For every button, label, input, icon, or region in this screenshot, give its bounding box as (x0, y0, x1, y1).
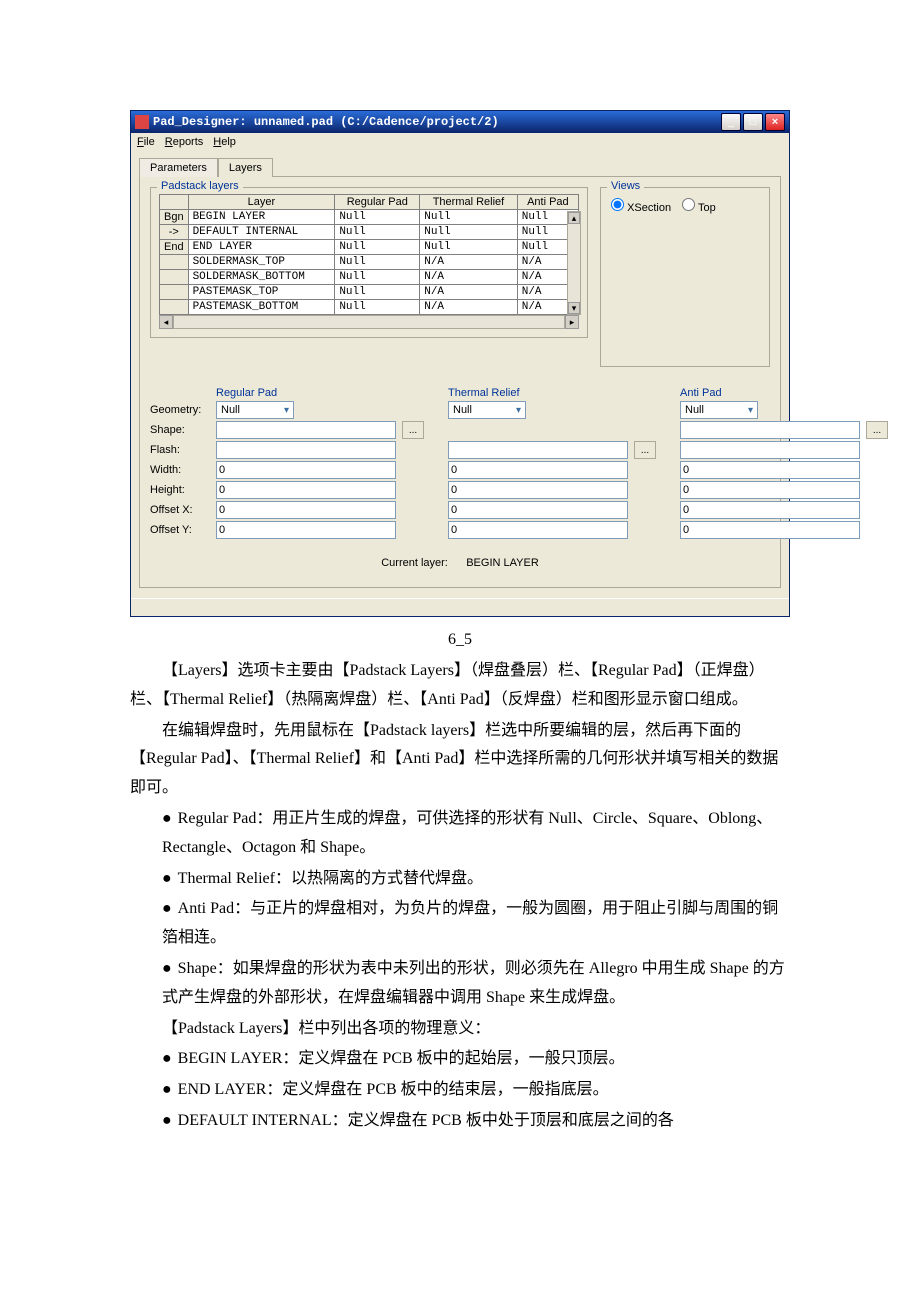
list-item: Shape：如果焊盘的形状为表中未列出的形状，则必须先在 Allegro 中用生… (162, 955, 790, 1013)
label-flash: Flash: (150, 444, 210, 456)
paragraph: 在编辑焊盘时，先用鼠标在【Padstack layers】栏选中所要编辑的层，然… (130, 717, 790, 803)
anti-offsetx-input[interactable] (680, 501, 860, 519)
scroll-right-icon[interactable]: ▸ (565, 315, 579, 329)
titlebar[interactable]: Pad_Designer: unnamed.pad (C:/Cadence/pr… (131, 111, 789, 133)
col-thermal: Thermal Relief (420, 195, 517, 210)
radio-top[interactable]: Top (682, 202, 716, 214)
col-layer: Layer (188, 195, 335, 210)
table-hscroll[interactable]: ◂ ▸ (159, 315, 579, 329)
statusbar (131, 598, 789, 616)
minimize-button[interactable]: _ (721, 113, 741, 131)
table-row[interactable]: BgnBEGIN LAYERNullNullNull (160, 210, 579, 225)
regular-height-input[interactable] (216, 481, 396, 499)
tab-panel-layers: Padstack layers Layer Regular Pad Therma… (139, 176, 781, 588)
anti-shape-browse[interactable]: ... (866, 421, 888, 439)
label-geometry: Geometry: (150, 404, 210, 416)
table-row[interactable]: SOLDERMASK_TOPNullN/AN/A (160, 255, 579, 270)
menubar: File Reports Help (131, 133, 789, 151)
thermal-flash-browse[interactable]: ... (634, 441, 656, 459)
table-row[interactable]: EndEND LAYERNullNullNull (160, 240, 579, 255)
thermal-flash-input[interactable] (448, 441, 628, 459)
radio-xsection[interactable]: XSection (611, 202, 671, 214)
padstack-legend: Padstack layers (157, 180, 243, 192)
padstack-table[interactable]: Layer Regular Pad Thermal Relief Anti Pa… (159, 194, 579, 315)
regular-offsetx-input[interactable] (216, 501, 396, 519)
list-item: BEGIN LAYER：定义焊盘在 PCB 板中的起始层，一般只顶层。 (162, 1045, 790, 1074)
thermal-geometry-select[interactable]: Null▾ (448, 401, 526, 419)
app-icon (135, 115, 149, 129)
regular-width-input[interactable] (216, 461, 396, 479)
table-row[interactable]: PASTEMASK_BOTTOMNullN/AN/A (160, 300, 579, 315)
close-button[interactable]: × (765, 113, 785, 131)
views-legend: Views (607, 180, 644, 192)
chevron-down-icon: ▾ (284, 405, 289, 416)
col-anti-pad: Anti Pad (680, 387, 860, 399)
col-thermal-relief: Thermal Relief (448, 387, 628, 399)
chevron-down-icon: ▾ (516, 405, 521, 416)
regular-geometry-select[interactable]: Null▾ (216, 401, 294, 419)
paragraph: 【Padstack Layers】栏中列出各项的物理意义： (130, 1015, 790, 1044)
label-shape: Shape: (150, 424, 210, 436)
col-anti: Anti Pad (517, 195, 578, 210)
tab-parameters[interactable]: Parameters (139, 158, 218, 177)
pad-designer-window: Pad_Designer: unnamed.pad (C:/Cadence/pr… (130, 110, 790, 617)
col-regular-pad: Regular Pad (216, 387, 396, 399)
current-layer-status: Current layer: BEGIN LAYER (150, 557, 770, 569)
paragraph: 【Layers】选项卡主要由【Padstack Layers】（焊盘叠层）栏、【… (130, 657, 790, 715)
label-offsetx: Offset X: (150, 504, 210, 516)
table-row[interactable]: PASTEMASK_TOPNullN/AN/A (160, 285, 579, 300)
menu-help[interactable]: Help (213, 136, 236, 148)
regular-offsety-input[interactable] (216, 521, 396, 539)
table-vscroll[interactable]: ▴▾ (567, 211, 581, 315)
menu-reports[interactable]: Reports (165, 136, 204, 148)
chevron-down-icon: ▾ (748, 405, 753, 416)
tab-layers[interactable]: Layers (218, 158, 273, 177)
thermal-offsety-input[interactable] (448, 521, 628, 539)
thermal-offsetx-input[interactable] (448, 501, 628, 519)
figure-caption: 6_5 (40, 631, 880, 649)
pad-properties-grid: Regular Pad Thermal Relief Anti Pad Geom… (150, 387, 770, 539)
padstack-layers-group: Padstack layers Layer Regular Pad Therma… (150, 187, 588, 338)
menu-file[interactable]: File (137, 136, 155, 148)
scroll-down-icon[interactable]: ▾ (568, 302, 580, 314)
list-item: DEFAULT INTERNAL：定义焊盘在 PCB 板中处于顶层和底层之间的各 (162, 1107, 790, 1136)
anti-geometry-select[interactable]: Null▾ (680, 401, 758, 419)
thermal-height-input[interactable] (448, 481, 628, 499)
thermal-width-input[interactable] (448, 461, 628, 479)
regular-shape-input[interactable] (216, 421, 396, 439)
anti-offsety-input[interactable] (680, 521, 860, 539)
label-offsety: Offset Y: (150, 524, 210, 536)
maximize-button[interactable]: □ (743, 113, 763, 131)
anti-flash-input[interactable] (680, 441, 860, 459)
anti-shape-input[interactable] (680, 421, 860, 439)
tabstrip: Parameters Layers (139, 157, 781, 176)
views-group: Views XSection Top (600, 187, 770, 367)
label-width: Width: (150, 464, 210, 476)
document-text: 【Layers】选项卡主要由【Padstack Layers】（焊盘叠层）栏、【… (130, 657, 790, 1136)
list-item: Anti Pad：与正片的焊盘相对，为负片的焊盘，一般为圆圈，用于阻止引脚与周围… (162, 895, 790, 953)
col-regular: Regular Pad (335, 195, 420, 210)
scroll-left-icon[interactable]: ◂ (159, 315, 173, 329)
regular-shape-browse[interactable]: ... (402, 421, 424, 439)
list-item: END LAYER：定义焊盘在 PCB 板中的结束层，一般指底层。 (162, 1076, 790, 1105)
label-height: Height: (150, 484, 210, 496)
list-item: Regular Pad：用正片生成的焊盘，可供选择的形状有 Null、Circl… (162, 805, 790, 863)
anti-width-input[interactable] (680, 461, 860, 479)
list-item: Thermal Relief：以热隔离的方式替代焊盘。 (162, 865, 790, 894)
anti-height-input[interactable] (680, 481, 860, 499)
table-row[interactable]: SOLDERMASK_BOTTOMNullN/AN/A (160, 270, 579, 285)
window-title: Pad_Designer: unnamed.pad (C:/Cadence/pr… (153, 115, 499, 129)
scroll-up-icon[interactable]: ▴ (568, 212, 580, 224)
table-row[interactable]: ->DEFAULT INTERNALNullNullNull (160, 225, 579, 240)
regular-flash-input[interactable] (216, 441, 396, 459)
